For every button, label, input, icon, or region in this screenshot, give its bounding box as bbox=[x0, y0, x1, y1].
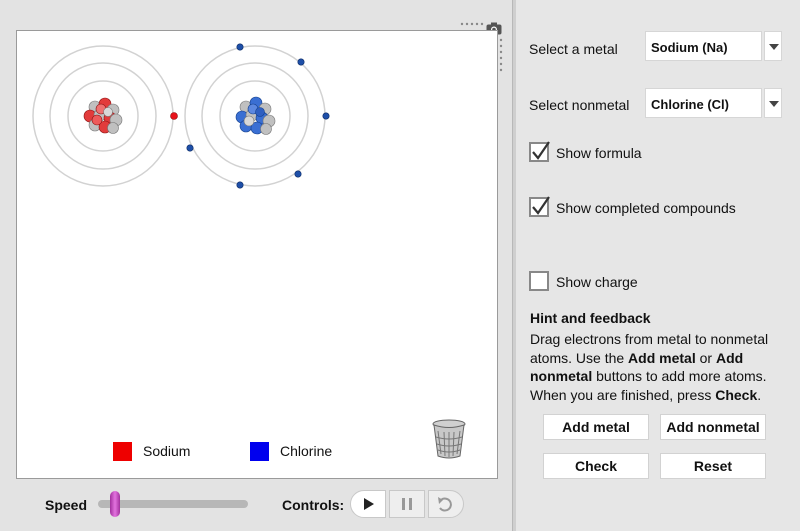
sodium-nucleus bbox=[83, 97, 123, 134]
simulation-area: Sodium Chlorine Speed Controls: bbox=[0, 0, 512, 531]
show-charge-checkbox[interactable] bbox=[529, 271, 549, 291]
scrollbar-dots[interactable] bbox=[499, 38, 503, 72]
show-completed-checkbox[interactable] bbox=[529, 196, 550, 217]
add-metal-button[interactable]: Add metal bbox=[543, 414, 649, 440]
metal-select-dropdown-icon[interactable] bbox=[764, 31, 782, 61]
reset-button[interactable]: Reset bbox=[660, 453, 766, 479]
checkmark-icon bbox=[532, 141, 550, 160]
trash-icon[interactable] bbox=[431, 419, 467, 459]
nonmetal-select-label: Select nonmetal bbox=[529, 97, 630, 113]
show-charge-label[interactable]: Show charge bbox=[556, 274, 638, 290]
control-panel bbox=[516, 0, 800, 531]
show-completed-label[interactable]: Show completed compounds bbox=[556, 200, 736, 216]
play-icon bbox=[364, 498, 374, 510]
show-formula-label[interactable]: Show formula bbox=[556, 145, 642, 161]
chlorine-atom[interactable] bbox=[184, 43, 330, 189]
speed-slider-track[interactable] bbox=[98, 500, 248, 508]
resize-dots bbox=[460, 22, 484, 26]
check-button[interactable]: Check bbox=[543, 453, 649, 479]
pause-button[interactable] bbox=[389, 490, 425, 518]
show-formula-checkbox[interactable] bbox=[529, 141, 550, 162]
hint-body: Drag electrons from metal to nonmetal at… bbox=[530, 331, 769, 403]
chlorine-nucleus bbox=[235, 96, 276, 135]
simulation-canvas[interactable]: Sodium Chlorine bbox=[16, 30, 498, 479]
metal-select[interactable]: Sodium (Na) bbox=[645, 31, 762, 61]
checkmark-icon bbox=[532, 196, 550, 215]
hint-title: Hint and feedback bbox=[530, 310, 651, 326]
chlorine-legend-swatch bbox=[250, 442, 269, 461]
metal-select-label: Select a metal bbox=[529, 41, 618, 57]
sodium-legend-label: Sodium bbox=[143, 443, 191, 459]
speed-slider-thumb[interactable] bbox=[110, 491, 120, 517]
play-button[interactable] bbox=[350, 490, 386, 518]
pause-icon bbox=[402, 498, 412, 510]
reset-sim-button[interactable] bbox=[428, 490, 464, 518]
chlorine-legend-label: Chlorine bbox=[280, 443, 333, 459]
controls-label: Controls: bbox=[282, 497, 345, 513]
sodium-legend-swatch bbox=[113, 442, 132, 461]
atoms-svg bbox=[32, 43, 330, 189]
nonmetal-select[interactable]: Chlorine (Cl) bbox=[645, 88, 762, 118]
speed-label: Speed bbox=[45, 497, 88, 513]
undo-icon bbox=[438, 497, 452, 512]
sodium-atom[interactable] bbox=[32, 45, 178, 187]
add-nonmetal-button[interactable]: Add nonmetal bbox=[660, 414, 766, 440]
nonmetal-select-dropdown-icon[interactable] bbox=[764, 88, 782, 118]
sodium-valence-electron[interactable] bbox=[170, 112, 178, 120]
